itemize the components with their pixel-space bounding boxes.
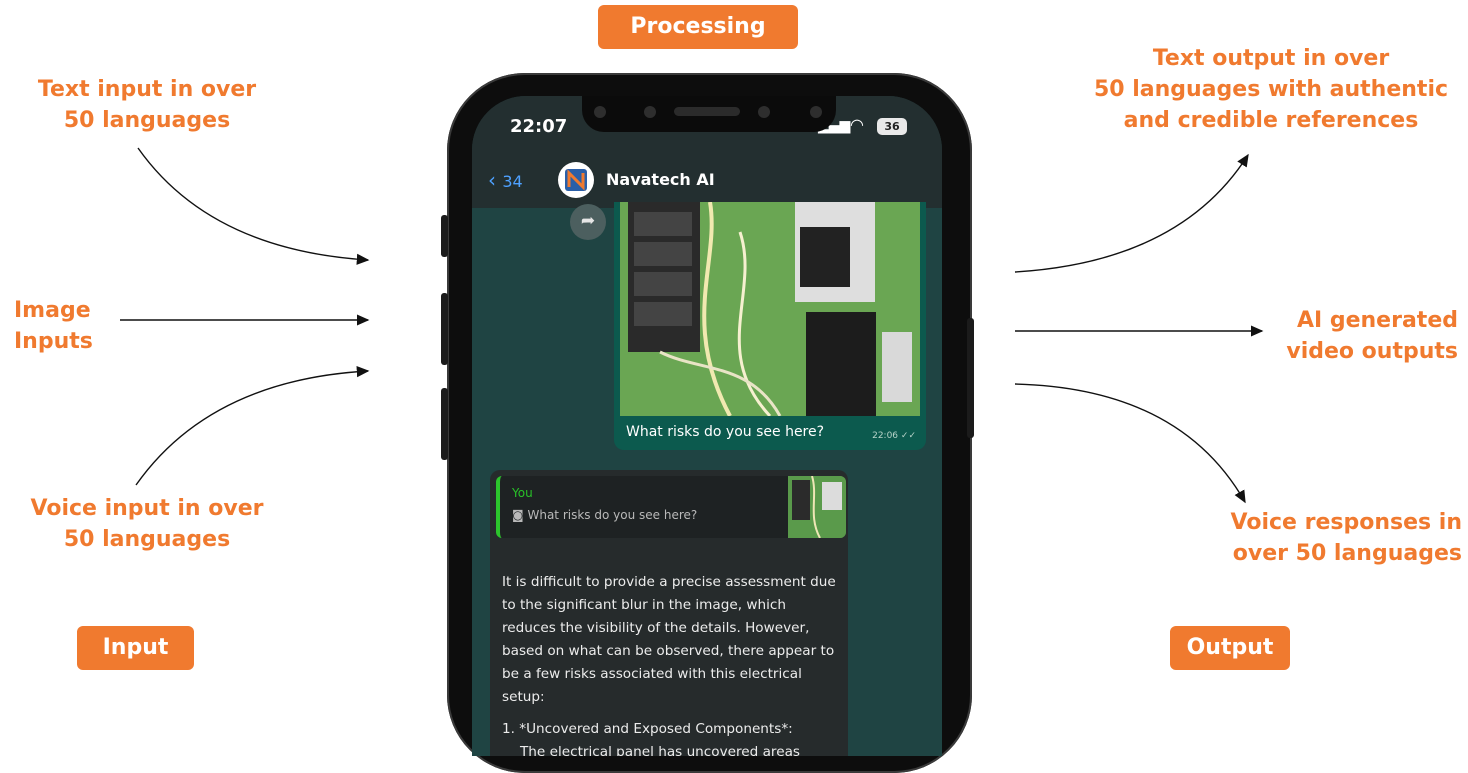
navatech-logo-icon (565, 169, 587, 191)
arrow-text-output (1014, 153, 1249, 273)
voice-input-line1: Voice input in over (30, 496, 264, 521)
double-check-icon: ✓✓ (900, 431, 916, 441)
wifi-icon: ◠ (850, 115, 864, 134)
reply-point-title: 1. *Uncovered and Exposed Components*: (502, 721, 793, 737)
power-button (967, 318, 974, 438)
chevron-left-icon: ‹ (488, 168, 496, 192)
quoted-image-thumbnail (788, 476, 846, 538)
message-time: 22:06 ✓✓ (872, 431, 916, 441)
image-message[interactable]: What risks do you see here? 22:06 ✓✓ (614, 202, 926, 450)
processing-tag: Processing (598, 5, 798, 49)
input-tag: Input (77, 626, 194, 670)
text-input-label: Text input in over 50 languages (32, 74, 262, 136)
message-time-value: 22:06 (872, 431, 899, 441)
status-time: 22:07 (510, 116, 568, 137)
forward-icon[interactable]: ➦ (570, 204, 606, 240)
voice-input-line2: 50 languages (63, 527, 231, 552)
video-output-label: AI generated video outputs (1262, 305, 1458, 367)
battery-icon: 36 (877, 118, 907, 135)
output-tag: Output (1170, 626, 1290, 670)
camera-dot-left (594, 106, 606, 118)
earpiece-speaker (674, 107, 740, 116)
back-button[interactable]: ‹ 34 (488, 168, 523, 192)
chat-area[interactable]: ➦ What risks do you see here? 22:06 ✓✓ Y… (472, 202, 942, 756)
voice-output-line2: over 50 languages (1232, 541, 1462, 566)
video-output-line1: AI generated (1296, 308, 1458, 333)
phone-screen: 22:07 ▂▄▆ ◠ 36 ‹ 34 Navatech AI ➦ What r… (472, 96, 942, 756)
text-input-line2: 50 languages (63, 108, 231, 133)
back-count: 34 (502, 172, 523, 191)
text-output-label: Text output in over 50 languages with au… (1076, 43, 1466, 136)
text-output-line3: and credible references (1123, 108, 1419, 133)
camera-dot (644, 106, 656, 118)
video-output-line2: video outputs (1286, 339, 1458, 364)
camera-notch (582, 96, 836, 132)
text-input-line1: Text input in over (37, 77, 257, 102)
voice-output-line1: Voice responses in (1230, 510, 1462, 535)
arrow-text-input (137, 147, 370, 265)
arrow-voice-output (1014, 383, 1246, 504)
camera-icon: ◙ (512, 508, 524, 522)
text-output-line1: Text output in over (1152, 46, 1390, 71)
reply-paragraph: It is difficult to provide a precise ass… (502, 574, 836, 705)
quoted-author: You (512, 486, 533, 500)
thumbnail-content (788, 476, 846, 538)
image-input-line1: Image (14, 298, 91, 323)
reply-point: 1. *Uncovered and Exposed Components*: T… (502, 718, 838, 756)
text-output-line2: 50 languages with authentic (1093, 77, 1449, 102)
electrical-panel-photo[interactable] (620, 202, 920, 416)
contact-name[interactable]: Navatech AI (606, 170, 715, 189)
mute-switch (441, 215, 448, 257)
reply-body: It is difficult to provide a precise ass… (502, 548, 838, 709)
sensor-dot-right (810, 106, 822, 118)
image-input-label: Image Inputs (14, 295, 93, 357)
photo-content (620, 202, 920, 416)
ai-reply-message[interactable]: You ◙ What risks do you see here? It is … (490, 470, 848, 756)
sensor-dot (758, 106, 770, 118)
quoted-text-row: ◙ What risks do you see here? (512, 508, 697, 522)
image-caption: What risks do you see here? (626, 424, 825, 440)
quoted-message[interactable]: You ◙ What risks do you see here? (496, 476, 846, 538)
volume-up-button (441, 293, 448, 365)
voice-input-label: Voice input in over 50 languages (22, 493, 272, 555)
avatar[interactable] (558, 162, 594, 198)
voice-output-label: Voice responses in over 50 languages (1208, 507, 1462, 569)
quoted-text: What risks do you see here? (527, 508, 698, 522)
volume-down-button (441, 388, 448, 460)
image-input-line2: Inputs (14, 329, 93, 354)
reply-point-body: The electrical panel has uncovered areas (520, 744, 800, 756)
chat-header: ‹ 34 Navatech AI (472, 158, 942, 208)
arrow-voice-input (135, 366, 370, 486)
